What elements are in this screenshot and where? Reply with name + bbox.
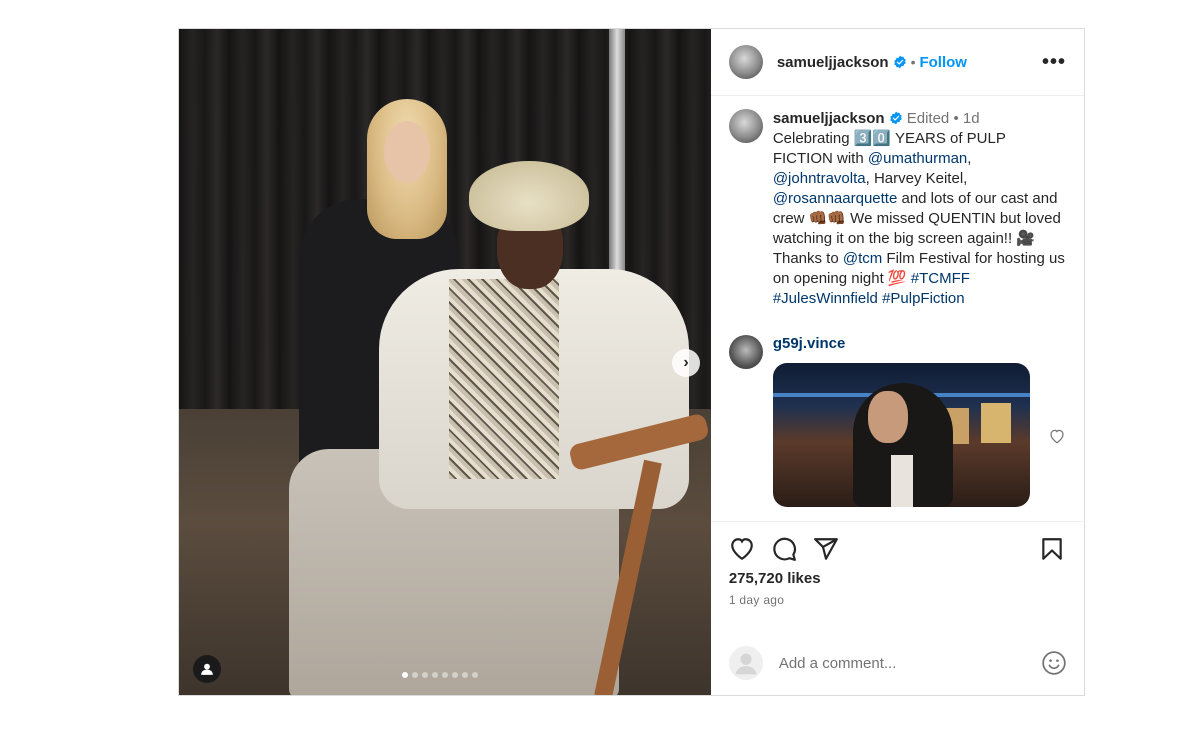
caption-mention-link[interactable]: #PulpFiction [882,290,965,307]
commenter-username[interactable]: g59j.vince [773,335,846,352]
carousel-dot [432,672,438,678]
caption-text-segment: , [967,150,972,167]
photo-woman-face [384,121,430,183]
post-photo[interactable]: › [179,29,711,695]
gif-man-shirt [890,455,913,507]
verified-badge-icon [893,55,906,69]
default-avatar-icon [735,653,757,675]
comment-like-heart-icon[interactable] [1048,427,1066,445]
carousel-dot [472,672,478,678]
post-caption: samueljjackson Edited • 1d Celebrating 3… [728,109,1069,309]
caption-text: Celebrating 3️⃣0️⃣ YEARS of PULP FICTION… [773,130,1065,307]
more-options-icon[interactable]: ••• [1042,51,1066,74]
carousel-dots [402,672,478,678]
comment-item: g59j.vince [728,335,1069,507]
gif-poster [980,403,1011,443]
caption-text-segment: , Harvey Keitel, [865,170,968,187]
carousel-dot [452,672,458,678]
comments-section: samueljjackson Edited • 1d Celebrating 3… [728,109,1069,507]
post-header: samueljjackson • Follow ••• [710,29,1084,96]
comment-input[interactable]: Add a comment... [779,655,897,672]
carousel-next-button[interactable]: › [672,349,700,377]
caption-age[interactable]: 1d [963,110,980,127]
action-icons-row [711,522,1085,562]
comment-body: g59j.vince [772,335,1030,507]
instagram-post-modal: › samueljjackson • Follow ••• samueljjac… [178,28,1085,696]
heart-icon[interactable] [729,536,755,562]
likes-count[interactable]: 275,720 likes [711,562,1085,587]
header-separator: • [910,54,916,70]
smiley-icon[interactable] [1041,650,1067,676]
caption-edited-label: Edited [906,110,950,127]
caption-username[interactable]: samueljjackson [773,110,885,127]
photo-man-patterned-shirt [449,279,559,479]
carousel-dot [412,672,418,678]
post-actions: 275,720 likes 1 day ago Add a comment... [710,521,1085,696]
post-time-ago[interactable]: 1 day ago [711,587,1085,607]
comment-bubble-icon[interactable] [771,536,797,562]
caption-author-avatar[interactable] [728,109,763,143]
carousel-dot [422,672,428,678]
comment-gif[interactable] [772,363,1030,507]
caption-mention-link[interactable]: @rosannaarquette [773,190,897,207]
current-user-avatar [728,646,763,680]
caption-mention-link[interactable]: #JulesWinnfield [773,290,878,307]
carousel-dot [462,672,468,678]
caption-text-segment: 3️⃣0️⃣ [853,130,892,147]
verified-badge-icon [889,111,902,125]
author-avatar[interactable] [728,45,763,79]
commenter-avatar[interactable] [728,335,763,369]
caption-mention-link[interactable]: @umathurman [868,150,967,167]
carousel-dot [442,672,448,678]
paper-plane-icon[interactable] [813,536,839,562]
gif-man-face [867,391,908,443]
caption-mention-link[interactable]: @johntravolta [773,170,866,187]
follow-button[interactable]: Follow [919,54,967,71]
author-username[interactable]: samueljjackson [777,54,889,71]
caption-mention-link[interactable]: #TCMFF [911,270,970,287]
add-comment-bar: Add a comment... [711,630,1085,696]
post-side-panel: samueljjackson • Follow ••• samueljjacks… [710,29,1085,696]
tagged-users-button[interactable] [193,655,221,683]
caption-body: samueljjackson Edited • 1d Celebrating 3… [773,109,1069,309]
caption-text-segment: Celebrating [772,130,854,147]
person-icon [201,663,213,675]
bookmark-icon[interactable] [1039,536,1065,562]
carousel-dot [402,672,408,678]
chevron-right-icon: › [683,354,689,371]
caption-mention-link[interactable]: @tcm [843,250,882,267]
caption-separator: • [953,110,959,127]
photo-man-hat [469,161,589,231]
